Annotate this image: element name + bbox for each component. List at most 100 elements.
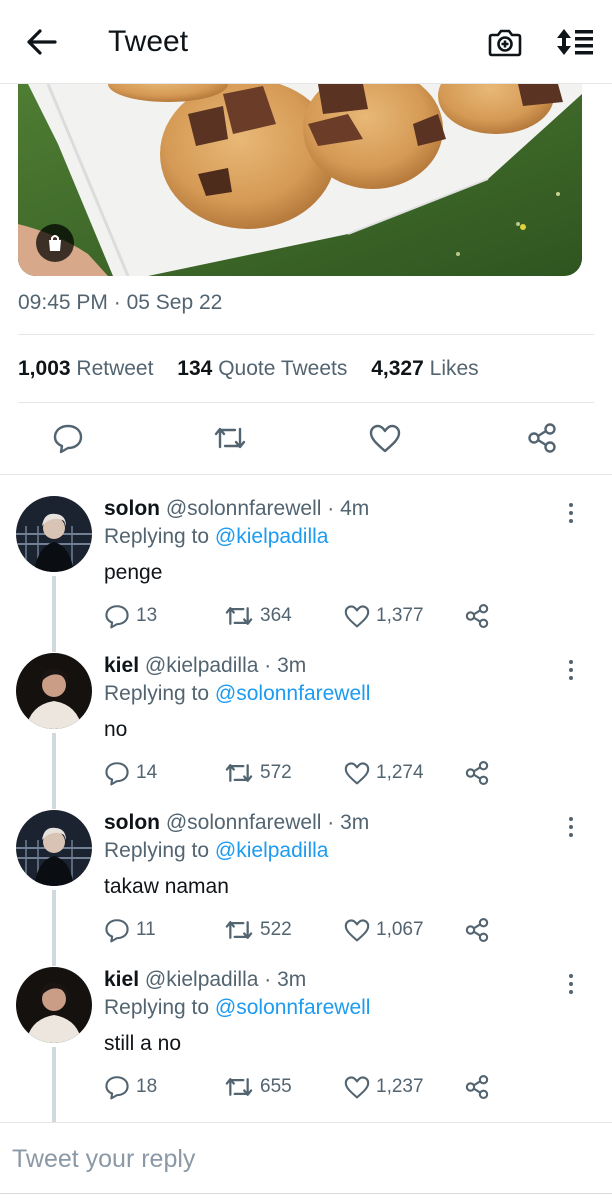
reply-text: penge [104,561,163,584]
replying-to: Replying to @kielpadilla [104,524,328,550]
mention-link[interactable]: @kielpadilla [215,525,329,548]
retweet-button[interactable]: 364 [224,602,292,630]
share-button[interactable] [464,759,490,787]
replying-prefix: Replying to [104,839,210,862]
retweet-count: 364 [260,605,292,626]
reply-actions: 14 572 1,274 [104,759,504,787]
reply-button[interactable]: 11 [104,916,156,944]
reply-button[interactable]: 18 [104,1073,157,1101]
retweet-button[interactable]: 572 [224,759,292,787]
top-app-bar: Tweet [0,0,612,84]
avatar[interactable] [16,967,92,1043]
more-options-icon[interactable] [560,971,582,997]
reply-header: kiel @kielpadilla · 3m [104,653,306,679]
display-name[interactable]: kiel [104,654,139,677]
reply-header: kiel @kielpadilla · 3m [104,967,306,993]
reply-icon [105,605,129,629]
retweets-stat[interactable]: 1,003 Retweet [18,356,153,382]
username[interactable]: @solonnfarewell [166,497,322,520]
reply-icon [105,762,129,786]
username[interactable]: @solonnfarewell [166,811,322,834]
divider [18,402,594,403]
retweet-icon [225,1078,253,1096]
retweet-icon[interactable] [210,418,250,458]
reply-text: no [104,718,128,741]
quotes-count: 134 [177,357,213,380]
retweets-label: Retweet [76,357,154,380]
reply-time: · 3m [264,968,307,991]
reply-count: 11 [136,919,156,940]
replying-to: Replying to @solonnfarewell [104,681,370,707]
retweets-count: 1,003 [18,357,71,380]
share-button[interactable] [464,916,490,944]
replying-to: Replying to @solonnfarewell [104,995,370,1021]
like-icon [344,1076,370,1099]
page-title: Tweet [108,25,189,58]
divider [0,474,612,475]
mention-link[interactable]: @solonnfarewell [215,682,371,705]
avatar[interactable] [16,653,92,729]
tweet-stats: 1,003 Retweet 134 Quote Tweets 4,327 Lik… [18,356,497,382]
reply-count: 13 [136,605,158,626]
back-arrow-icon[interactable] [24,24,60,60]
tweet-actions [0,418,612,458]
like-button[interactable]: 1,237 [344,1073,424,1101]
reply-tweet[interactable]: solon @solonnfarewell · 3m Replying to @… [0,810,612,968]
more-options-icon[interactable] [560,657,582,683]
avatar[interactable] [16,810,92,886]
like-button[interactable]: 1,377 [344,602,424,630]
quote-tweets-stat[interactable]: 134 Quote Tweets [177,356,347,382]
like-icon [344,605,370,628]
reply-button[interactable]: 13 [104,602,157,630]
reply-tweet[interactable]: kiel @kielpadilla · 3m Replying to @solo… [0,653,612,811]
sort-timeline-icon[interactable] [554,24,596,60]
likes-stat[interactable]: 4,327 Likes [371,356,478,382]
display-name[interactable]: solon [104,497,160,520]
reply-icon[interactable] [48,418,88,458]
reply-composer [0,1122,612,1200]
mention-link[interactable]: @kielpadilla [215,839,329,862]
replying-prefix: Replying to [104,525,210,548]
reply-time: · 3m [264,654,307,677]
replying-to: Replying to @kielpadilla [104,838,328,864]
like-icon[interactable] [365,418,405,458]
shopping-bag-icon[interactable] [36,224,74,262]
username[interactable]: @kielpadilla [145,968,259,991]
reply-button[interactable]: 14 [104,759,157,787]
retweet-count: 572 [260,762,292,783]
reply-text: still a no [104,1032,182,1055]
share-icon[interactable] [522,418,562,458]
reply-header: solon @solonnfarewell · 3m [104,810,369,836]
like-icon [344,919,370,942]
camera-plus-icon[interactable] [486,24,524,60]
share-button[interactable] [464,1073,490,1101]
share-icon [465,917,489,943]
reply-input[interactable] [12,1141,592,1177]
display-name[interactable]: kiel [104,968,139,991]
like-button[interactable]: 1,274 [344,759,424,787]
share-button[interactable] [464,602,490,630]
display-name[interactable]: solon [104,811,160,834]
reply-tweet[interactable]: kiel @kielpadilla · 3m Replying to @solo… [0,967,612,1125]
username[interactable]: @kielpadilla [145,654,259,677]
share-icon [465,760,489,786]
avatar[interactable] [16,496,92,572]
mention-link[interactable]: @solonnfarewell [215,996,371,1019]
reply-actions: 11 522 1,067 [104,916,504,944]
tweet-media-image[interactable] [18,84,582,276]
more-options-icon[interactable] [560,814,582,840]
retweet-button[interactable]: 522 [224,916,292,944]
retweet-count: 655 [260,1076,292,1097]
likes-label: Likes [429,357,479,380]
retweet-button[interactable]: 655 [224,1073,292,1101]
share-icon [465,603,489,629]
tweet-timestamp: 09:45 PM · 05 Sep 22 [18,290,222,316]
reply-tweet[interactable]: solon @solonnfarewell · 4m Replying to @… [0,496,612,654]
like-icon [344,762,370,785]
retweet-count: 522 [260,919,292,940]
tweet-time: 09:45 PM [18,291,108,314]
like-button[interactable]: 1,067 [344,916,424,944]
divider [18,334,594,335]
retweet-icon [225,764,253,782]
more-options-icon[interactable] [560,500,582,526]
